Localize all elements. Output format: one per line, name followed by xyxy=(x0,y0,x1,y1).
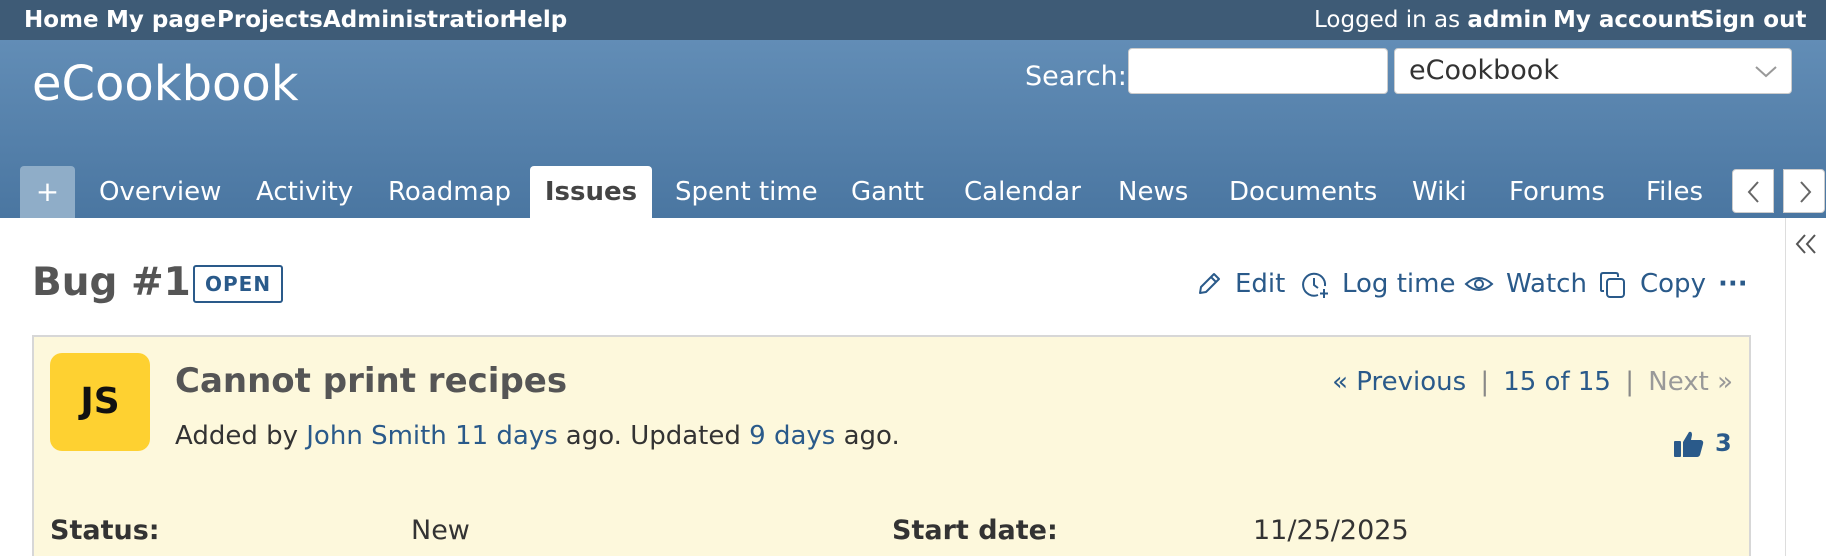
start-date-label: Start date: xyxy=(892,515,1058,546)
issue-position-link[interactable]: 15 of 15 xyxy=(1503,367,1611,397)
top-menu-home[interactable]: Home xyxy=(24,0,99,40)
tab-spent-time[interactable]: Spent time xyxy=(675,166,818,218)
status-badge: OPEN xyxy=(193,265,284,303)
more-actions-icon[interactable]: ··· xyxy=(1718,266,1752,302)
my-account-link[interactable]: My account xyxy=(1553,0,1701,40)
tab-roadmap[interactable]: Roadmap xyxy=(388,166,511,218)
logged-in-prefix: Logged in as xyxy=(1314,7,1461,33)
status-label: Status: xyxy=(50,515,160,546)
tab-new-object[interactable]: + xyxy=(20,166,75,218)
tab-activity[interactable]: Activity xyxy=(256,166,353,218)
project-select-value: eCookbook xyxy=(1409,55,1559,86)
tab-wiki[interactable]: Wiki xyxy=(1412,166,1467,218)
avatar: JS xyxy=(50,353,150,451)
logged-in-label: Logged in as admin xyxy=(1314,0,1548,40)
logged-in-user[interactable]: admin xyxy=(1467,7,1547,33)
pencil-icon xyxy=(1199,273,1220,294)
tabs-scroll-right-button[interactable] xyxy=(1783,169,1825,213)
copy-icon xyxy=(1600,272,1625,298)
issue-details-box: JS Cannot print recipes Added by John Sm… xyxy=(32,335,1751,556)
issue-heading: Bug #1 xyxy=(32,260,191,305)
status-value: New xyxy=(411,515,470,546)
sidebar-divider xyxy=(1785,218,1786,556)
vote-count: 3 xyxy=(1715,429,1732,457)
eye-icon xyxy=(1464,277,1494,291)
double-chevron-left-icon[interactable] xyxy=(1792,230,1820,258)
issue-author-line: Added by John Smith 11 days ago. Updated … xyxy=(175,421,900,451)
thumbs-up-icon xyxy=(1674,431,1704,457)
chevron-down-icon xyxy=(1755,66,1777,78)
edit-label: Edit xyxy=(1235,269,1286,299)
chevron-right-icon xyxy=(1800,181,1812,203)
tab-issues[interactable]: Issues xyxy=(530,166,652,218)
top-menu-my-page[interactable]: My page xyxy=(106,0,216,40)
clock-plus-icon xyxy=(1302,272,1328,298)
tab-calendar[interactable]: Calendar xyxy=(964,166,1081,218)
previous-link[interactable]: « Previous xyxy=(1332,367,1466,397)
ago-end-text: ago. xyxy=(843,421,900,451)
tabs-scroll-left-button[interactable] xyxy=(1732,169,1774,213)
project-jump-select[interactable]: eCookbook xyxy=(1394,48,1792,94)
top-menu-projects[interactable]: Projects xyxy=(217,0,323,40)
tab-news[interactable]: News xyxy=(1118,166,1188,218)
tab-gantt[interactable]: Gantt xyxy=(851,166,924,218)
log-time-label: Log time xyxy=(1342,269,1456,299)
copy-button[interactable]: Copy xyxy=(1598,266,1708,302)
tab-forums[interactable]: Forums xyxy=(1509,166,1605,218)
added-by-prefix: Added by xyxy=(175,421,298,451)
added-ago-link[interactable]: 11 days xyxy=(455,421,558,451)
top-menu: Home My page Projects Administration Hel… xyxy=(0,0,1826,40)
nav-separator: | xyxy=(1480,367,1490,397)
author-link[interactable]: John Smith xyxy=(306,421,447,451)
vote-button[interactable]: 3 xyxy=(1673,427,1733,461)
tab-files[interactable]: Files xyxy=(1646,166,1703,218)
updated-ago-link[interactable]: 9 days xyxy=(749,421,835,451)
search-input[interactable] xyxy=(1128,48,1388,94)
watch-button[interactable]: Watch xyxy=(1464,266,1587,302)
issue-subject: Cannot print recipes xyxy=(175,361,568,401)
ago-updated-text: ago. Updated xyxy=(565,421,741,451)
header: eCookbook Search: eCookbook + Overview A… xyxy=(0,40,1826,218)
sign-out-link[interactable]: Sign out xyxy=(1698,0,1806,40)
edit-button[interactable]: Edit xyxy=(1195,266,1295,302)
tab-documents[interactable]: Documents xyxy=(1229,166,1377,218)
issue-navigation: « Previous | 15 of 15 | Next » xyxy=(1332,367,1733,397)
chevron-left-icon xyxy=(1747,181,1759,203)
tab-overview[interactable]: Overview xyxy=(99,166,221,218)
top-menu-administration[interactable]: Administration xyxy=(323,0,516,40)
next-link: Next » xyxy=(1648,367,1733,397)
copy-label: Copy xyxy=(1640,269,1706,299)
watch-label: Watch xyxy=(1506,269,1587,299)
start-date-value: 11/25/2025 xyxy=(1253,515,1409,546)
log-time-button[interactable]: Log time xyxy=(1300,266,1455,302)
nav-separator: | xyxy=(1625,367,1634,397)
project-title: eCookbook xyxy=(32,56,299,112)
search-label: Search: xyxy=(1025,61,1127,92)
top-menu-help[interactable]: Help xyxy=(508,0,567,40)
